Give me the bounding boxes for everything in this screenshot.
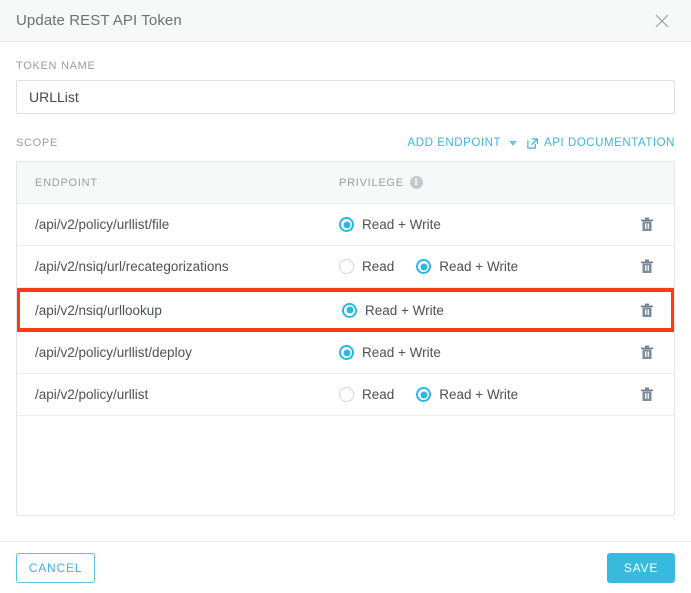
table-row-highlighted[interactable]: /api/v2/nsiq/urllookup Read + Write: [17, 288, 674, 332]
dialog-footer: CANCEL SAVE: [0, 541, 691, 593]
trash-icon[interactable]: [638, 344, 656, 362]
dialog-body: TOKEN NAME SCOPE ADD ENDPOINT API DOCUME…: [0, 42, 691, 516]
scope-actions: ADD ENDPOINT API DOCUMENTATION: [408, 137, 675, 150]
privilege-options: Read Read + Write: [339, 258, 656, 276]
radio-label: Read: [362, 259, 395, 274]
token-name-label: TOKEN NAME: [16, 60, 96, 72]
table-row[interactable]: /api/v2/policy/urllist Read Read + Write: [17, 374, 674, 416]
endpoint-path: /api/v2/policy/urllist/deploy: [35, 345, 192, 360]
token-name-input[interactable]: [16, 80, 675, 114]
endpoint-path: /api/v2/nsiq/urllookup: [35, 302, 162, 318]
privilege-options: Read Read + Write: [339, 386, 656, 404]
trash-icon[interactable]: [638, 216, 656, 234]
scope-label: SCOPE: [16, 137, 59, 149]
table-header: ENDPOINT PRIVILEGE i: [17, 162, 674, 204]
privilege-radio-option[interactable]: Read + Write: [416, 259, 518, 274]
scope-header-row: SCOPE ADD ENDPOINT API DOCUMENTATION: [16, 134, 675, 152]
table-row[interactable]: /api/v2/policy/urllist/deploy Read + Wri…: [17, 332, 674, 374]
update-rest-api-token-dialog: Update REST API Token TOKEN NAME SCOPE A…: [0, 0, 691, 593]
radio-button[interactable]: [339, 345, 354, 360]
radio-label: Read + Write: [362, 217, 441, 232]
table-row[interactable]: /api/v2/nsiq/url/recategorizations Read …: [17, 246, 674, 288]
trash-icon[interactable]: [638, 301, 656, 319]
column-header-privilege-label: PRIVILEGE: [339, 176, 404, 189]
chevron-down-icon[interactable]: [509, 140, 518, 146]
privilege-options: Read + Write: [339, 344, 656, 362]
radio-button[interactable]: [416, 387, 432, 402]
close-icon[interactable]: [651, 10, 673, 32]
endpoint-path: /api/v2/policy/urllist: [35, 387, 149, 402]
radio-label: Read + Write: [365, 302, 444, 318]
privilege-options: Read + Write: [339, 216, 656, 234]
info-icon[interactable]: i: [409, 176, 423, 189]
radio-label: Read + Write: [362, 345, 441, 360]
api-documentation-label: API DOCUMENTATION: [544, 137, 675, 149]
privilege-radio-option[interactable]: Read: [339, 387, 394, 402]
privilege-radio-option[interactable]: Read + Write: [339, 217, 441, 232]
endpoint-path: /api/v2/nsiq/url/recategorizations: [35, 259, 229, 274]
privilege-radio-option[interactable]: Read + Write: [339, 345, 441, 360]
radio-button[interactable]: [342, 302, 357, 318]
api-documentation-link[interactable]: API DOCUMENTATION: [526, 137, 675, 150]
column-header-privilege: PRIVILEGE i: [339, 176, 423, 189]
add-endpoint-button[interactable]: ADD ENDPOINT: [408, 137, 502, 149]
radio-button[interactable]: [339, 387, 354, 402]
privilege-radio-option[interactable]: Read + Write: [416, 387, 518, 402]
page-title: Update REST API Token: [16, 12, 182, 29]
radio-label: Read + Write: [439, 387, 519, 402]
privilege-radio-option[interactable]: Read: [339, 259, 394, 274]
dialog-header: Update REST API Token: [0, 0, 691, 42]
radio-button[interactable]: [339, 259, 354, 274]
radio-button[interactable]: [416, 259, 432, 274]
external-link-icon: [526, 137, 539, 150]
table-row[interactable]: /api/v2/policy/urllist/file Read + Write: [17, 204, 674, 246]
trash-icon[interactable]: [638, 258, 656, 276]
radio-button[interactable]: [339, 217, 354, 232]
trash-icon[interactable]: [638, 386, 656, 404]
scope-table: ENDPOINT PRIVILEGE i /api/v2/policy/urll…: [16, 161, 675, 516]
radio-label: Read + Write: [439, 259, 519, 274]
radio-label: Read: [362, 387, 395, 402]
save-button[interactable]: SAVE: [607, 552, 675, 583]
cancel-button[interactable]: CANCEL: [16, 552, 95, 583]
privilege-radio-option[interactable]: Read + Write: [342, 302, 444, 318]
column-header-endpoint: ENDPOINT: [35, 176, 98, 189]
privilege-options: Read + Write: [342, 301, 656, 319]
endpoint-path: /api/v2/policy/urllist/file: [35, 217, 170, 232]
